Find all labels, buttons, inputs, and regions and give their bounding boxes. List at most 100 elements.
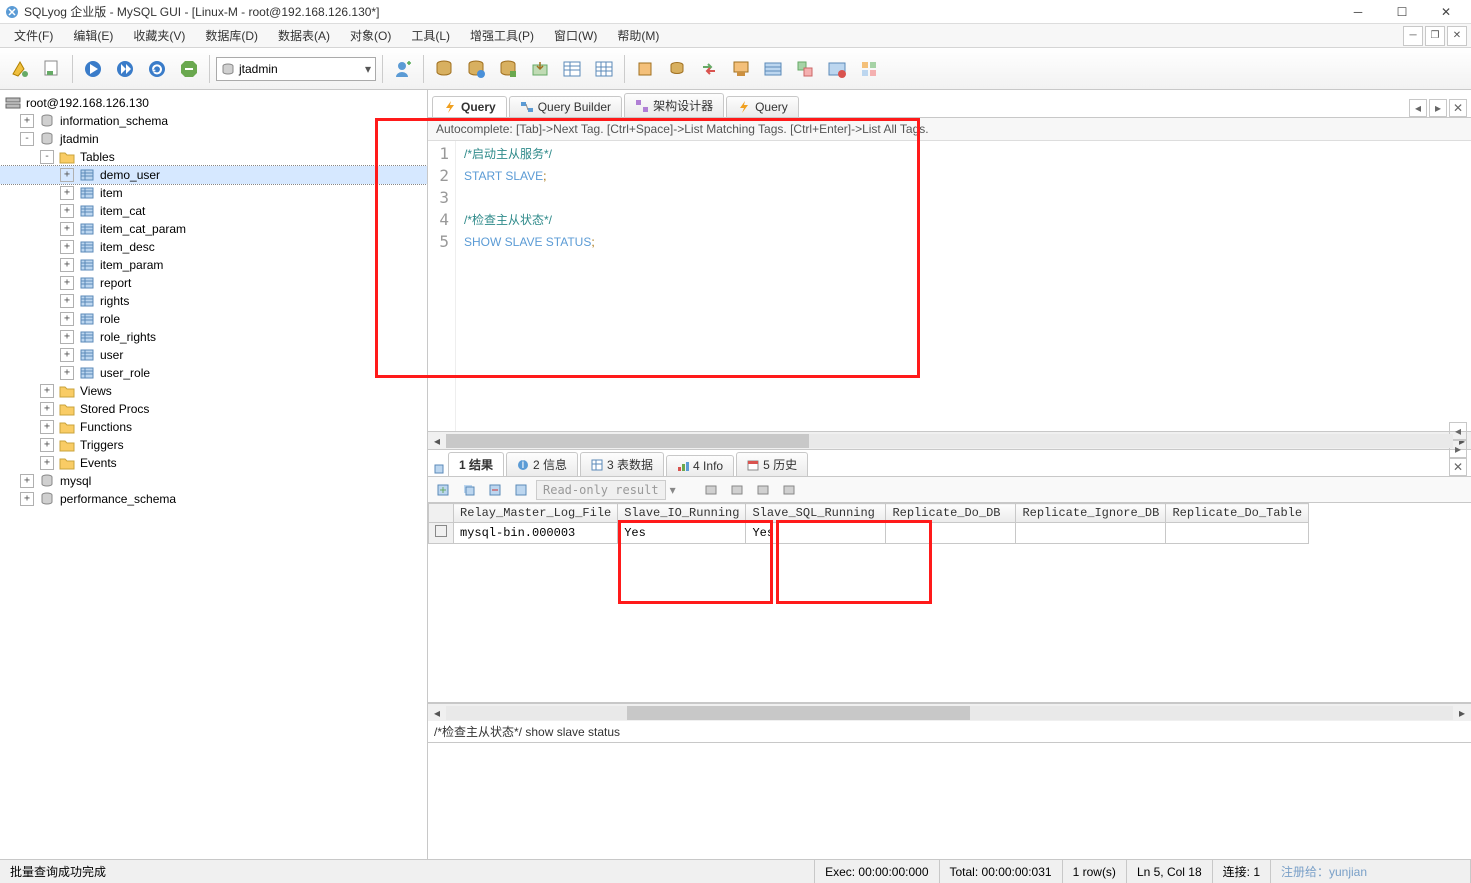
tree-db-performance-schema[interactable]: + performance_schema: [0, 490, 427, 508]
tree-db-information-schema[interactable]: + information_schema: [0, 112, 427, 130]
result-grid[interactable]: Relay_Master_Log_File Slave_IO_Running S…: [428, 503, 1471, 703]
tree-table-role-rights[interactable]: +role_rights: [0, 328, 427, 346]
expand-icon[interactable]: +: [60, 312, 74, 326]
tab-close-button[interactable]: ✕: [1449, 99, 1467, 117]
expand-icon[interactable]: +: [40, 456, 54, 470]
tree-table-item[interactable]: +item: [0, 184, 427, 202]
tab-query-builder[interactable]: Query Builder: [509, 96, 622, 117]
tree-folder-functions[interactable]: + Functions: [0, 418, 427, 436]
tree-folder-tables[interactable]: - Tables: [0, 148, 427, 166]
scroll-left-icon[interactable]: ◂: [428, 433, 446, 449]
grid-cell[interactable]: [1166, 523, 1309, 544]
grid-view-button[interactable]: [590, 55, 618, 83]
tree-table-report[interactable]: +report: [0, 274, 427, 292]
tool-b-button[interactable]: [663, 55, 691, 83]
grid-row[interactable]: mysql-bin.000003 Yes Yes: [429, 523, 1309, 544]
result-save-button[interactable]: [510, 480, 532, 500]
tab-query[interactable]: Query: [432, 96, 507, 117]
result-prev-page-button[interactable]: [726, 480, 748, 500]
grid-cell[interactable]: mysql-bin.000003: [454, 523, 618, 544]
new-connection-button[interactable]: [6, 55, 34, 83]
sync-button[interactable]: [695, 55, 723, 83]
menu-database[interactable]: 数据库(D): [195, 27, 268, 44]
tab-next-button[interactable]: ▸: [1429, 99, 1447, 117]
editor-scrollbar[interactable]: ◂ ▸: [428, 431, 1471, 449]
code-area[interactable]: /*启动主从服务*/ START SLAVE; /*检查主从状态*/ SHOW …: [456, 141, 1471, 431]
tab-result-1[interactable]: 1 结果: [448, 452, 504, 476]
new-query-button[interactable]: [38, 55, 66, 83]
collapse-icon[interactable]: -: [40, 150, 54, 164]
tab-prev-button[interactable]: ◂: [1409, 99, 1427, 117]
result-last-button[interactable]: [778, 480, 800, 500]
result-close-button[interactable]: ✕: [1449, 458, 1467, 476]
export-button[interactable]: [526, 55, 554, 83]
tree-folder-triggers[interactable]: + Triggers: [0, 436, 427, 454]
tool-db3-button[interactable]: [494, 55, 522, 83]
tab-query-2[interactable]: Query: [726, 96, 799, 117]
database-selector[interactable]: jtadmin ▾: [216, 57, 376, 81]
refresh-button[interactable]: [143, 55, 171, 83]
mdi-minimize-button[interactable]: ─: [1403, 26, 1423, 46]
menu-favorites[interactable]: 收藏夹(V): [123, 27, 195, 44]
grid-cell[interactable]: Yes: [618, 523, 746, 544]
menu-file[interactable]: 文件(F): [4, 27, 63, 44]
tool-c-button[interactable]: [727, 55, 755, 83]
execute-query-button[interactable]: [79, 55, 107, 83]
menu-help[interactable]: 帮助(M): [607, 27, 669, 44]
col-replicate-ignore-db[interactable]: Replicate_Ignore_DB: [1016, 504, 1166, 523]
expand-icon[interactable]: +: [60, 222, 74, 236]
col-slave-io-running[interactable]: Slave_IO_Running: [618, 504, 746, 523]
scroll-right-icon[interactable]: ▸: [1453, 705, 1471, 721]
tool-f-button[interactable]: [823, 55, 851, 83]
minimize-button[interactable]: ─: [1337, 1, 1379, 23]
mdi-close-button[interactable]: ✕: [1447, 26, 1467, 46]
tree-table-demo-user[interactable]: +demo_user: [0, 166, 427, 184]
expand-icon[interactable]: +: [60, 348, 74, 362]
table-view-button[interactable]: [558, 55, 586, 83]
menu-tools[interactable]: 工具(L): [401, 27, 460, 44]
row-checkbox[interactable]: [435, 525, 447, 537]
result-next-page-button[interactable]: [752, 480, 774, 500]
expand-icon[interactable]: +: [20, 114, 34, 128]
expand-icon[interactable]: +: [20, 492, 34, 506]
expand-icon[interactable]: +: [60, 276, 74, 290]
results-pin-icon[interactable]: [432, 462, 446, 476]
expand-icon[interactable]: +: [60, 330, 74, 344]
tree-root[interactable]: root@192.168.126.130: [0, 94, 427, 112]
tab-info[interactable]: 4 Info: [666, 455, 734, 476]
expand-icon[interactable]: +: [60, 294, 74, 308]
expand-icon[interactable]: +: [60, 258, 74, 272]
grid-cell[interactable]: [1016, 523, 1166, 544]
sql-editor[interactable]: 12345 /*启动主从服务*/ START SLAVE; /*检查主从状态*/…: [428, 141, 1471, 431]
result-first-button[interactable]: [700, 480, 722, 500]
menu-objects[interactable]: 对象(O): [340, 27, 401, 44]
tree-db-mysql[interactable]: + mysql: [0, 472, 427, 490]
menu-table[interactable]: 数据表(A): [268, 27, 340, 44]
expand-icon[interactable]: +: [60, 366, 74, 380]
tree-table-rights[interactable]: +rights: [0, 292, 427, 310]
tree-table-user[interactable]: +user: [0, 346, 427, 364]
tool-db2-button[interactable]: [462, 55, 490, 83]
grid-cell[interactable]: [886, 523, 1016, 544]
expand-icon[interactable]: +: [60, 168, 74, 182]
col-replicate-do-table[interactable]: Replicate_Do_Table: [1166, 504, 1309, 523]
tree-table-role[interactable]: +role: [0, 310, 427, 328]
tool-e-button[interactable]: [791, 55, 819, 83]
col-relay-master-log-file[interactable]: Relay_Master_Log_File: [454, 504, 618, 523]
row-checkbox-cell[interactable]: [429, 523, 454, 544]
scroll-left-icon[interactable]: ◂: [428, 705, 446, 721]
tool-g-button[interactable]: [855, 55, 883, 83]
expand-icon[interactable]: +: [20, 474, 34, 488]
result-dup-row-button[interactable]: [458, 480, 480, 500]
col-replicate-do-db[interactable]: Replicate_Do_DB: [886, 504, 1016, 523]
collapse-icon[interactable]: -: [20, 132, 34, 146]
mdi-restore-button[interactable]: ❐: [1425, 26, 1445, 46]
expand-icon[interactable]: +: [40, 438, 54, 452]
tree-table-item-param[interactable]: +item_param: [0, 256, 427, 274]
tree-table-item-cat-param[interactable]: +item_cat_param: [0, 220, 427, 238]
grid-cell[interactable]: Yes: [746, 523, 886, 544]
expand-icon[interactable]: +: [60, 240, 74, 254]
expand-icon[interactable]: +: [60, 186, 74, 200]
user-manager-button[interactable]: [389, 55, 417, 83]
tree-db-jtadmin[interactable]: - jtadmin: [0, 130, 427, 148]
